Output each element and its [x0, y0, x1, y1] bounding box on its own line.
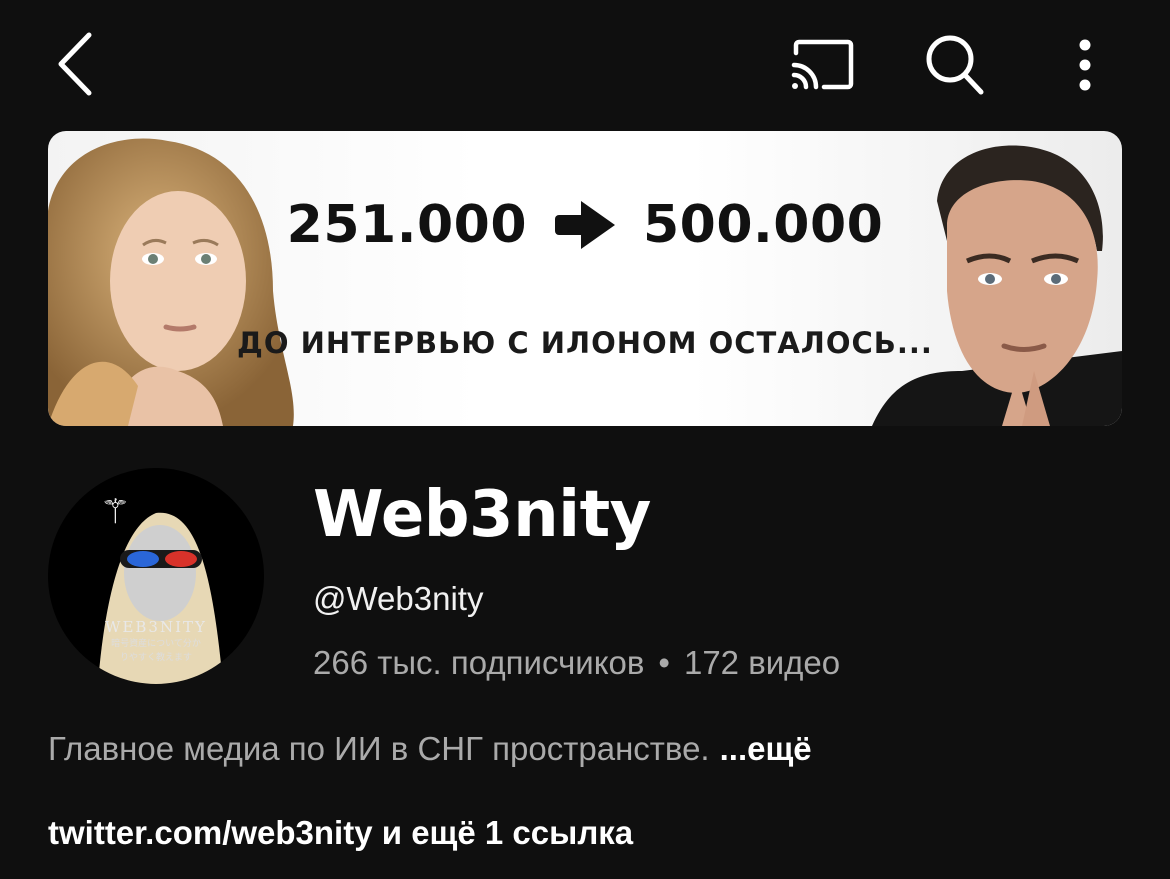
video-count: 172 видео — [683, 644, 841, 681]
channel-links[interactable]: twitter.com/web3nity и ещё 1 ссылка — [48, 814, 633, 852]
top-app-bar — [0, 0, 1170, 130]
more-options-button[interactable] — [1055, 30, 1115, 100]
channel-handle: @Web3nity — [313, 580, 484, 617]
svg-text:りやすく教えます: りやすく教えます — [120, 651, 192, 663]
back-icon — [58, 32, 92, 96]
arrow-right-icon — [553, 199, 617, 251]
avatar-brand-text: WEB3NITY — [105, 618, 207, 636]
svg-text:暗号資産について分か: 暗号資産について分か — [111, 637, 201, 649]
channel-name: Web3nity — [313, 478, 651, 552]
channel-description[interactable]: Главное медиа по ИИ в СНГ пространстве..… — [48, 730, 812, 768]
channel-stats: 266 тыс. подписчиков • 172 видео — [313, 644, 840, 682]
cast-icon — [791, 39, 854, 90]
more-vert-icon — [1079, 39, 1091, 91]
banner-woman-portrait — [48, 138, 294, 426]
banner-to-count: 500.000 — [643, 195, 884, 255]
channel-banner: 251.000 500.000 ДО ИНТЕРВЬЮ С ИЛОНОМ ОСТ… — [48, 131, 1122, 426]
stats-separator: • — [658, 644, 670, 681]
subscriber-count: 266 тыс. подписчиков — [313, 644, 645, 681]
channel-avatar[interactable]: ⚚ 暗号資産について分か りやすく教えます WEB3NITY — [48, 468, 264, 684]
search-button[interactable] — [915, 28, 995, 102]
avatar-image: ⚚ 暗号資産について分か りやすく教えます — [98, 492, 223, 684]
back-button[interactable] — [40, 28, 110, 100]
search-icon — [926, 35, 984, 95]
cast-button[interactable] — [782, 30, 862, 100]
banner-man-portrait — [872, 145, 1122, 426]
banner-from-count: 251.000 — [286, 195, 527, 255]
description-text: Главное медиа по ИИ в СНГ пространстве. — [48, 730, 710, 767]
description-more-link[interactable]: ...ещё — [720, 730, 812, 767]
svg-text:⚚: ⚚ — [100, 492, 130, 532]
